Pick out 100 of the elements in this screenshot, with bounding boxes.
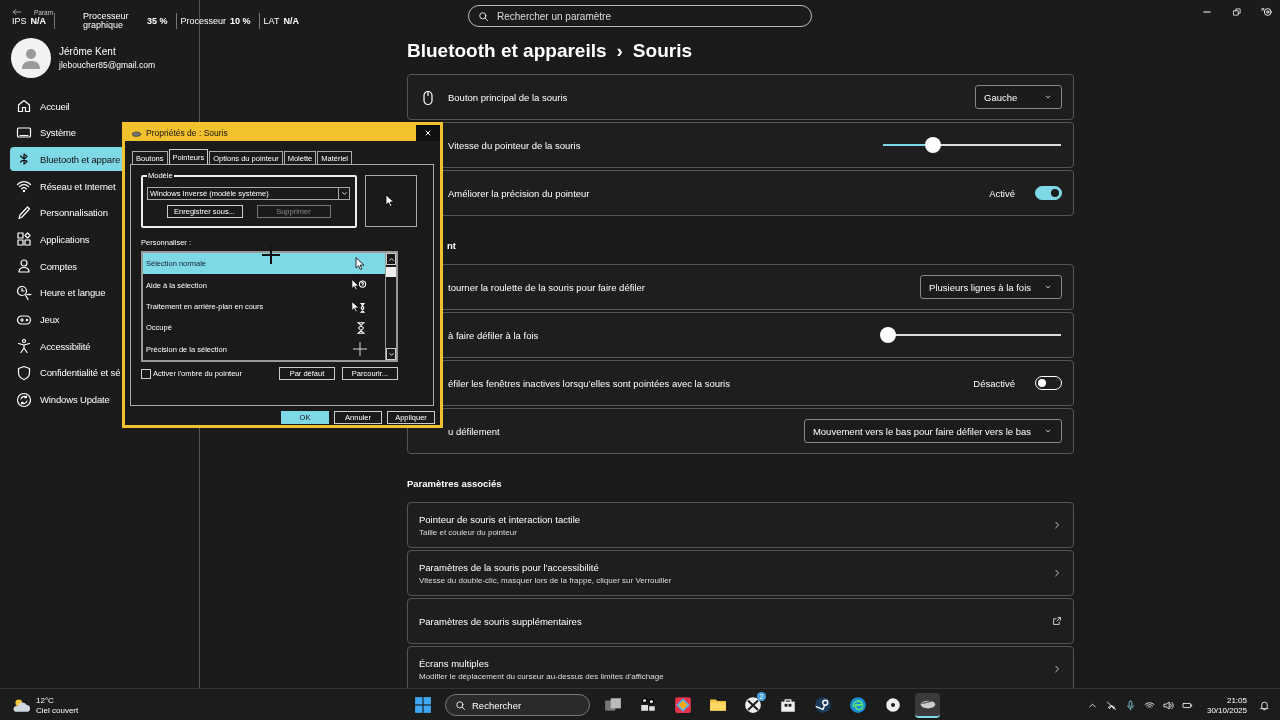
wifi-icon (16, 178, 32, 195)
weather-condition: Ciel couvert (36, 705, 79, 715)
laptop-icon (16, 124, 32, 141)
arrow-cursor-icon (355, 256, 367, 271)
link-description: Modifier le déplacement du curseur au-dessus des limites d'affichage (419, 671, 665, 681)
setting-label: Améliorer la précision du pointeur (448, 187, 591, 199)
chevron-right-icon (1052, 520, 1062, 530)
section-heading: nt (447, 240, 457, 252)
apps-icon (16, 231, 32, 248)
pen-icon (16, 204, 32, 221)
checkbox[interactable] (141, 368, 151, 379)
weather-icon (12, 696, 30, 714)
mouse-icon (420, 90, 436, 106)
settings-link-card[interactable]: Pointeur de souris et interaction tactile Taille et couleur du pointeur (407, 502, 1074, 548)
scrollbar-thumb[interactable] (386, 267, 396, 277)
notification-icon (1259, 699, 1270, 711)
search-field[interactable]: Rechercher un paramètre (468, 5, 812, 27)
page-title: Souris (632, 40, 692, 62)
search-icon (455, 700, 466, 711)
chevron-down-icon (340, 190, 348, 197)
crosshair-icon (353, 342, 367, 357)
wifi-icon (1143, 699, 1155, 711)
store-icon (778, 696, 797, 714)
link-description: Vitesse du double-clic, masquer lors de la frappe, cliquer sur Verrouiller (419, 575, 673, 585)
sidebar-item[interactable]: Accueil (10, 94, 190, 118)
setting-label: éfiler les fenêtres inactives lorsqu’elles sont pointées avec la souris (448, 377, 731, 389)
stat-value: N/A (283, 16, 299, 26)
breadcrumb-separator: › (616, 40, 623, 62)
breadcrumb-parent[interactable]: Bluetooth et appareils (407, 40, 607, 62)
stat-label: Processeur (180, 16, 227, 26)
toggle-state-text: Désactivé (973, 377, 1015, 389)
account-email: jleboucher85@gmail.com (59, 60, 156, 70)
working-cursor-icon (351, 299, 367, 314)
toggle-state-text: Activé (989, 187, 1015, 199)
sidebar-item[interactable]: Windows Update (10, 387, 190, 412)
toggle-switch[interactable] (1035, 186, 1062, 200)
taskbar-search[interactable]: Rechercher (445, 694, 590, 716)
clock-language-icon (16, 284, 32, 301)
link-title: Paramètres de la souris pour l'accessibilité (419, 561, 600, 573)
stat-label: LAT (263, 16, 280, 26)
crosshair-cursor-icon (262, 246, 280, 264)
accessibility-icon (16, 338, 32, 355)
external-link-icon (1052, 616, 1062, 626)
microphone-icon (1124, 699, 1136, 711)
slider[interactable] (883, 326, 1061, 344)
arrow-cursor-icon (385, 194, 397, 208)
chevron-right-icon (1052, 568, 1062, 578)
chevron-right-icon (1052, 664, 1062, 674)
person-icon (16, 258, 32, 275)
stat-label: IPS (12, 16, 27, 26)
home-icon (16, 98, 32, 114)
setting-label: Vitesse du pointeur de la souris (448, 139, 582, 151)
scroll-up-button[interactable] (386, 253, 396, 265)
hourglass-icon (355, 320, 367, 335)
slashed-network-icon (1105, 699, 1117, 711)
setting-label: Bouton principal de la souris (448, 91, 569, 103)
stat-label: Processeur graphique (83, 12, 130, 30)
people-icon (638, 696, 657, 714)
search-icon (478, 11, 489, 22)
task-view-icon (603, 696, 622, 714)
back-arrow-icon (12, 7, 22, 17)
link-title: Écrans multiples (419, 657, 490, 669)
section-heading: Paramètres associés (407, 478, 503, 490)
settings-link-card[interactable]: Paramètres de la souris pour l'accessibilité Vitesse du double-clic, masquer lors de la frappe, cliquer sur Verrouiller (407, 550, 1074, 596)
gear-icon (883, 696, 902, 714)
shield-icon (16, 364, 32, 381)
slider-thumb[interactable] (924, 137, 941, 153)
chevron-up-icon (387, 255, 395, 263)
account-name: Jérôme Kent (59, 46, 117, 57)
stat-value: 10 % (230, 16, 251, 26)
stat-value: 35 % (147, 16, 168, 26)
setting-label: tourner la roulette de la souris pour faire défiler (448, 281, 646, 293)
avatar (11, 38, 51, 78)
setting-label: à faire défiler à la fois (448, 329, 540, 341)
dropdown[interactable]: Mouvement vers le bas pour faire défiler vers le bas (803, 419, 1062, 443)
start-icon (413, 696, 432, 714)
edge-icon (848, 696, 867, 714)
link-title: Pointeur de souris et interaction tactile (419, 513, 582, 525)
restore-button[interactable] (1230, 5, 1244, 19)
xbox-icon (743, 696, 762, 714)
slider-thumb[interactable] (880, 327, 897, 343)
temperature: 12°C (36, 695, 55, 705)
taskbar-app[interactable] (915, 692, 940, 718)
stat-value: N/A (30, 16, 46, 26)
clock-date: 30/10/2025 (1206, 705, 1247, 715)
help-cursor-icon (351, 278, 367, 293)
steam-icon (813, 696, 832, 714)
dropdown[interactable]: Plusieurs lignes à la fois (920, 275, 1062, 299)
clock-time: 21:05 (1226, 695, 1247, 705)
restore-icon (1232, 7, 1242, 17)
slider[interactable] (883, 136, 1061, 154)
link-title: Paramètres de souris supplémentaires (419, 615, 583, 627)
settings-link-card[interactable]: Paramètres de souris supplémentaires (407, 598, 1074, 644)
folder-icon (708, 696, 727, 714)
speaker-icon (1162, 699, 1174, 711)
update-icon (16, 391, 32, 408)
scroll-down-button[interactable] (386, 348, 396, 360)
chevron-down-icon (387, 350, 395, 358)
dropdown[interactable]: Gauche (975, 85, 1062, 109)
diamond-app-icon (673, 696, 692, 714)
